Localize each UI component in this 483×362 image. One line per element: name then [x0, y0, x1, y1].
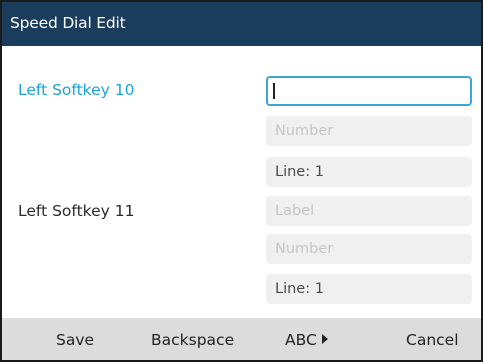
save-button[interactable]: Save [56, 331, 94, 349]
label-input-softkey-11[interactable]: Label [266, 196, 472, 226]
entry-label-left-softkey-10: Left Softkey 10 [18, 81, 135, 99]
line-select-softkey-10[interactable]: Line: 1 [266, 157, 472, 187]
number-placeholder: Number [275, 123, 334, 139]
label-input-softkey-10[interactable] [266, 76, 472, 106]
backspace-button[interactable]: Backspace [151, 331, 234, 349]
number-input-softkey-11[interactable]: Number [266, 234, 472, 264]
number-input-softkey-10[interactable]: Number [266, 116, 472, 146]
label-placeholder: Label [275, 203, 315, 219]
abc-label: ABC [285, 331, 317, 349]
title-bar: Speed Dial Edit [2, 2, 481, 46]
arrow-right-icon [321, 334, 328, 344]
entry-label-left-softkey-11: Left Softkey 11 [18, 202, 135, 220]
line-value: Line: 1 [275, 164, 324, 180]
text-cursor [273, 83, 275, 99]
cancel-button[interactable]: Cancel [406, 331, 459, 349]
page-title: Speed Dial Edit [10, 14, 126, 32]
number-placeholder: Number [275, 241, 334, 257]
softkey-bar: Save Backspace ABC Cancel [2, 318, 481, 360]
speed-dial-edit-screen: Speed Dial Edit Left Softkey 10 Number L… [0, 0, 483, 362]
abc-input-mode-button[interactable]: ABC [285, 331, 328, 349]
line-select-softkey-11[interactable]: Line: 1 [266, 274, 472, 304]
line-value: Line: 1 [275, 281, 324, 297]
